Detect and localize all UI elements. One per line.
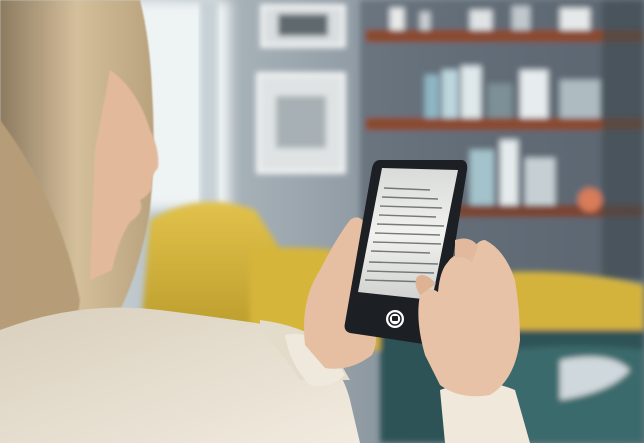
photo-scene bbox=[0, 0, 644, 443]
window-frame bbox=[200, 0, 218, 210]
camera-icon[interactable] bbox=[386, 310, 404, 328]
photo-illustration bbox=[0, 0, 644, 443]
wall-frames bbox=[256, 4, 346, 174]
